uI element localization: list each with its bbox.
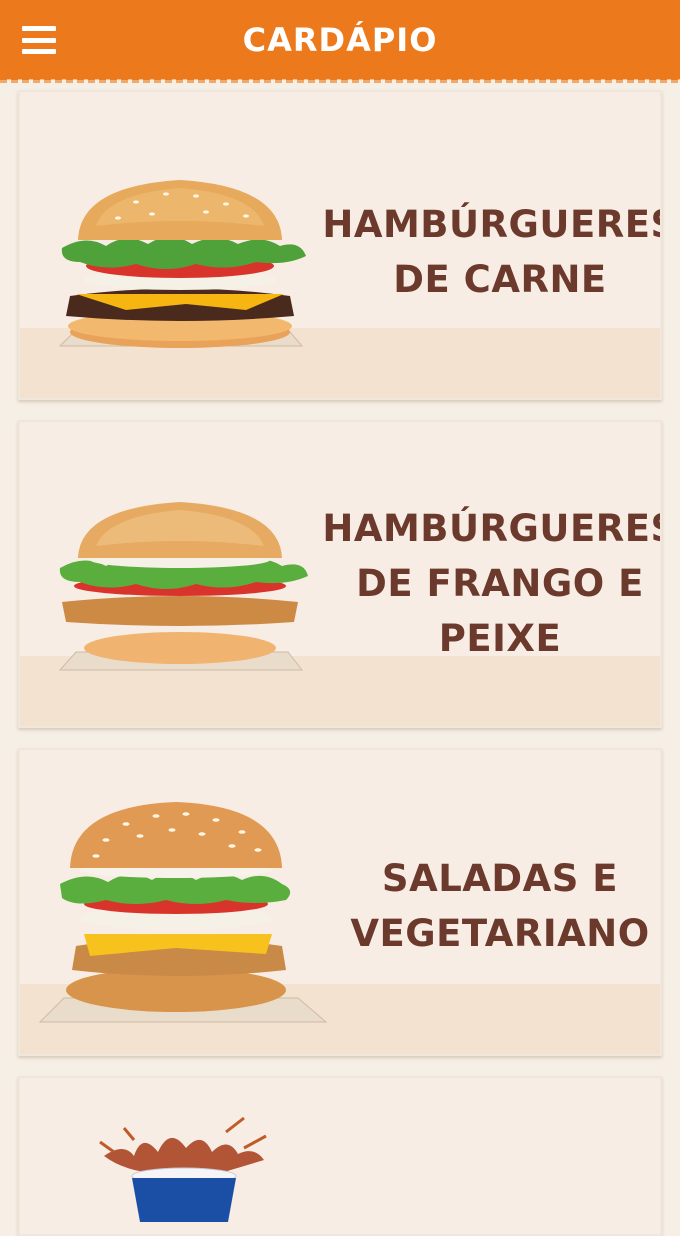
chicken-burger-image — [58, 502, 309, 671]
category-label-line-1: SALADAS E — [381, 857, 619, 900]
top-app-bar: CARDÁPIO — [0, 0, 680, 83]
category-label-line-2: DE FRANGO E — [356, 561, 644, 605]
category-label: HAMBÚRGUERES DE FRANGO E PEIXE — [322, 498, 660, 668]
category-label-line-2: VEGETARIANO — [350, 912, 650, 955]
veggie-burger-image — [38, 802, 328, 1023]
category-label: SALADAS E VEGETARIANO — [350, 846, 650, 966]
page-title: CARDÁPIO — [242, 21, 438, 59]
category-label-line-1: HAMBÚRGUERES — [322, 506, 662, 550]
category-label-line-2: DE CARNE — [393, 258, 607, 301]
category-card-chicken-fish-burgers[interactable]: HAMBÚRGUERES DE FRANGO E PEIXE — [18, 420, 662, 728]
category-card-drinks[interactable] — [18, 1076, 662, 1236]
beef-burger-image — [58, 180, 307, 348]
category-card-salads-vegetarian[interactable]: SALADAS E VEGETARIANO — [18, 748, 662, 1056]
category-label-line-3: PEIXE — [438, 616, 562, 660]
category-card-beef-burgers[interactable]: HAMBÚRGUERES DE CARNE — [18, 90, 662, 400]
hamburger-menu-icon[interactable] — [22, 24, 56, 56]
category-label-line-1: HAMBÚRGUERES — [322, 203, 662, 246]
category-label: HAMBÚRGUERES DE CARNE — [322, 192, 660, 312]
drink-cup-image — [99, 1116, 267, 1222]
